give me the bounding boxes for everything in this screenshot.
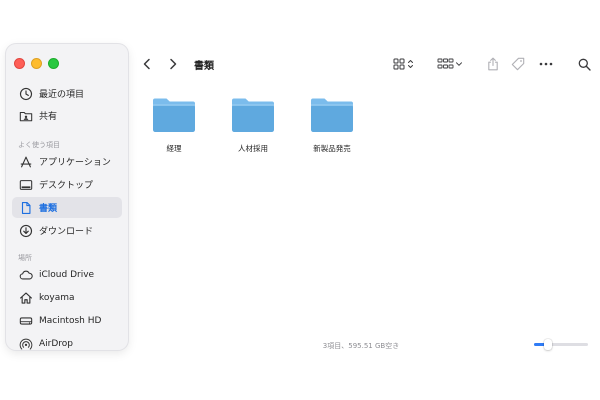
folder-label: 人材採用 [238, 144, 268, 153]
group-button[interactable] [436, 54, 466, 74]
download-icon [18, 223, 33, 238]
icon-size-slider[interactable] [534, 339, 588, 350]
folder-label: 経理 [166, 144, 182, 153]
minimize-window-button[interactable] [31, 58, 42, 69]
view-mode-button[interactable] [392, 54, 420, 74]
window-title: 書類 [194, 61, 214, 72]
more-actions-button[interactable] [536, 54, 556, 74]
search-button[interactable] [574, 54, 594, 74]
sidebar-item-label: アプリケーション [39, 158, 111, 168]
sidebar-item-label: ダウンロード [39, 227, 94, 237]
toolbar: 書類 [134, 50, 594, 78]
share-button[interactable] [484, 54, 502, 74]
applications-icon [18, 154, 33, 169]
folder-item[interactable]: 新製品発売 [302, 96, 362, 154]
sidebar-item-home[interactable]: koyama [12, 287, 122, 308]
icon-size-slider-knob[interactable] [544, 339, 552, 350]
back-button[interactable] [138, 54, 156, 74]
folder-icon [311, 98, 353, 132]
tag-icon [511, 57, 525, 71]
folder-icon [232, 98, 274, 132]
disk-icon [18, 313, 33, 328]
sidebar-section-locations: 場所 [18, 254, 32, 262]
sidebar-item-downloads[interactable]: ダウンロード [12, 220, 122, 241]
clock-icon [18, 86, 33, 101]
sidebar-item-label: iCloud Drive [39, 269, 95, 280]
sidebar-item-documents[interactable]: 書類 [12, 197, 122, 218]
sidebar-item-desktop[interactable]: デスクトップ [12, 174, 122, 195]
cloud-icon [18, 267, 33, 282]
finder-window: 最近の項目 共有 よく使う項目 アプリケーション デスクトップ 書類 ダウンロー… [6, 44, 594, 356]
group-grid-icon [437, 58, 462, 69]
sidebar-item-icloud[interactable]: iCloud Drive [12, 264, 122, 285]
sidebar-item-label: 書類 [39, 204, 58, 214]
sidebar-item-recents[interactable]: 最近の項目 [12, 83, 122, 104]
tag-button[interactable] [508, 54, 528, 74]
status-bar-text: 3項目、595.51 GB空き [322, 342, 400, 350]
sidebar-item-label: 最近の項目 [39, 90, 85, 100]
chevron-right-icon [170, 58, 177, 70]
close-window-button[interactable] [14, 58, 25, 69]
sidebar-item-shared[interactable]: 共有 [12, 105, 122, 126]
sidebar-item-macintosh-hd[interactable]: Macintosh HD [12, 310, 122, 331]
sidebar-item-label: デスクトップ [39, 181, 94, 191]
sidebar-item-label: 共有 [39, 112, 58, 122]
desktop-icon [18, 177, 33, 192]
home-icon [18, 290, 33, 305]
forward-button[interactable] [164, 54, 182, 74]
folder-item[interactable]: 人材採用 [223, 96, 283, 154]
folder-item[interactable]: 経理 [144, 96, 204, 154]
sidebar: 最近の項目 共有 よく使う項目 アプリケーション デスクトップ 書類 ダウンロー… [6, 44, 128, 350]
grid-view-icon [393, 58, 413, 70]
shared-folder-icon [18, 108, 33, 123]
zoom-window-button[interactable] [48, 58, 59, 69]
sidebar-item-label: Macintosh HD [39, 315, 102, 326]
search-icon [578, 58, 591, 71]
folder-label: 新製品発売 [313, 144, 351, 153]
folder-icon [153, 98, 195, 132]
document-icon [18, 200, 33, 215]
ellipsis-icon [539, 62, 553, 66]
share-icon [488, 57, 498, 71]
sidebar-item-label: koyama [39, 292, 75, 303]
sidebar-section-frequent: よく使う項目 [18, 141, 60, 149]
sidebar-item-applications[interactable]: アプリケーション [12, 151, 122, 172]
chevron-left-icon [143, 58, 150, 70]
